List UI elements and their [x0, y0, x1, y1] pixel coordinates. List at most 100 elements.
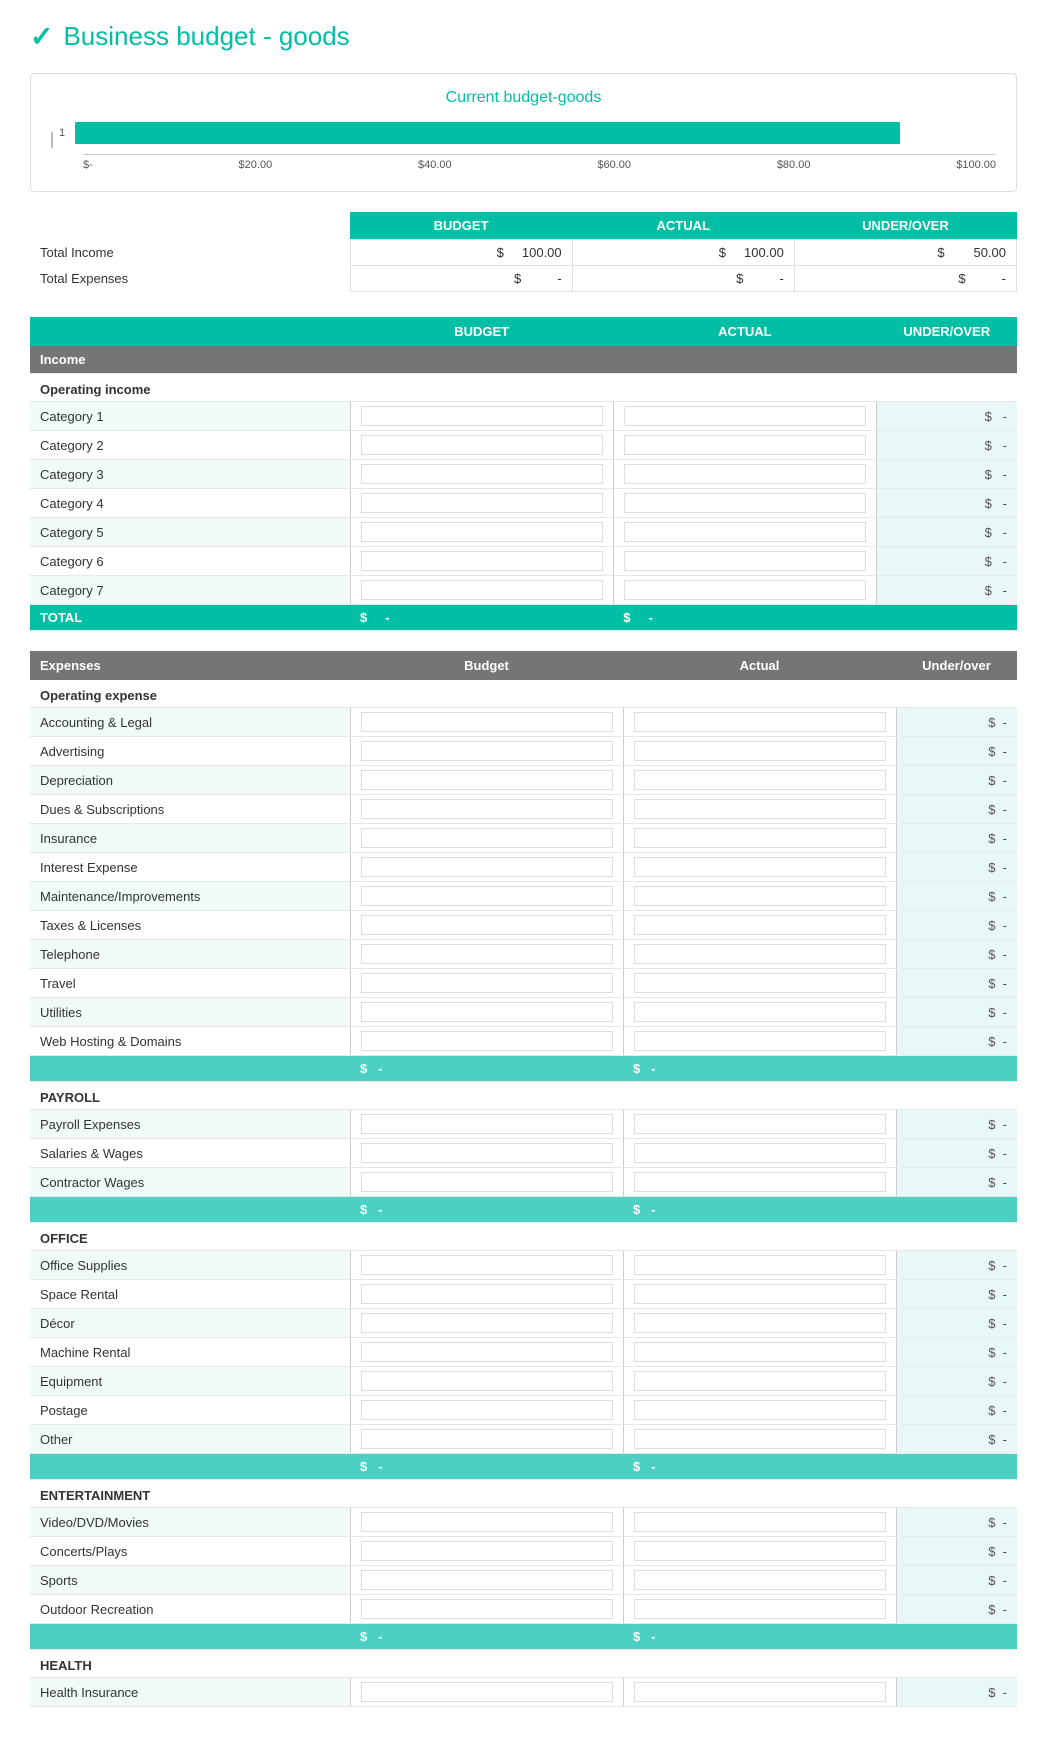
actual-input-cell[interactable]	[613, 431, 876, 460]
summary-row-income: Total Income $ 100.00 $ 100.00 $ 50.00	[30, 240, 1017, 266]
budget-input[interactable]	[361, 1172, 613, 1192]
income-table: BUDGET ACTUAL UNDER/OVER Income Operatin…	[30, 317, 1017, 631]
budget-input[interactable]	[361, 1313, 613, 1333]
actual-input[interactable]	[634, 1541, 886, 1561]
entertainment-label: ENTERTAINMENT	[30, 1480, 1017, 1508]
actual-input[interactable]	[634, 1682, 886, 1702]
budget-input[interactable]	[361, 828, 613, 848]
underover-cell: $ -	[877, 518, 1017, 547]
underover-cell: $ -	[896, 969, 1017, 998]
budget-input[interactable]	[361, 1002, 613, 1022]
table-row: Décor $ -	[30, 1309, 1017, 1338]
logo-icon: ✓	[30, 20, 53, 53]
budget-input[interactable]	[361, 1371, 613, 1391]
actual-input[interactable]	[624, 580, 866, 600]
actual-input[interactable]	[634, 712, 886, 732]
budget-input[interactable]	[361, 522, 603, 542]
actual-input-cell[interactable]	[613, 460, 876, 489]
budget-input[interactable]	[361, 770, 613, 790]
budget-input[interactable]	[361, 915, 613, 935]
budget-input[interactable]	[361, 799, 613, 819]
actual-input[interactable]	[624, 522, 866, 542]
budget-input[interactable]	[361, 712, 613, 732]
budget-input[interactable]	[361, 580, 603, 600]
budget-input[interactable]	[361, 857, 613, 877]
table-row: Travel $ -	[30, 969, 1017, 998]
actual-input[interactable]	[634, 973, 886, 993]
underover-cell: $ -	[896, 708, 1017, 737]
budget-input[interactable]	[361, 1541, 613, 1561]
actual-input[interactable]	[634, 1143, 886, 1163]
actual-input[interactable]	[634, 1002, 886, 1022]
actual-input[interactable]	[634, 1429, 886, 1449]
table-row: Payroll Expenses $ -	[30, 1110, 1017, 1139]
actual-input[interactable]	[634, 1570, 886, 1590]
actual-input-cell[interactable]	[613, 402, 876, 431]
budget-input-cell[interactable]	[350, 576, 613, 605]
actual-input[interactable]	[624, 551, 866, 571]
budget-input[interactable]	[361, 1342, 613, 1362]
budget-input-cell[interactable]	[350, 489, 613, 518]
actual-input[interactable]	[634, 1172, 886, 1192]
actual-input-cell[interactable]	[613, 518, 876, 547]
budget-input[interactable]	[361, 741, 613, 761]
actual-input-cell[interactable]	[613, 489, 876, 518]
actual-input-cell[interactable]	[613, 576, 876, 605]
actual-input[interactable]	[624, 435, 866, 455]
budget-input[interactable]	[361, 1682, 613, 1702]
budget-input[interactable]	[361, 1400, 613, 1420]
budget-input[interactable]	[361, 973, 613, 993]
table-row: Category 3 $ -	[30, 460, 1017, 489]
budget-input[interactable]	[361, 1599, 613, 1619]
actual-input[interactable]	[634, 1371, 886, 1391]
actual-input[interactable]	[634, 944, 886, 964]
budget-input[interactable]	[361, 944, 613, 964]
budget-input[interactable]	[361, 1570, 613, 1590]
budget-input[interactable]	[361, 886, 613, 906]
actual-input[interactable]	[634, 799, 886, 819]
underover-cell: $ -	[896, 795, 1017, 824]
actual-input[interactable]	[634, 770, 886, 790]
table-row: Machine Rental $ -	[30, 1338, 1017, 1367]
budget-input[interactable]	[361, 1512, 613, 1532]
actual-input[interactable]	[624, 493, 866, 513]
actual-input[interactable]	[634, 857, 886, 877]
budget-input-cell[interactable]	[350, 518, 613, 547]
budget-input-cell[interactable]	[350, 402, 613, 431]
budget-input[interactable]	[361, 1429, 613, 1449]
budget-input[interactable]	[361, 1284, 613, 1304]
actual-input[interactable]	[634, 1313, 886, 1333]
budget-input[interactable]	[361, 406, 603, 426]
budget-input-cell[interactable]	[350, 431, 613, 460]
income-header-actual: ACTUAL	[613, 317, 876, 346]
budget-input[interactable]	[361, 464, 603, 484]
budget-input-cell[interactable]	[350, 460, 613, 489]
actual-input[interactable]	[634, 1284, 886, 1304]
budget-input[interactable]	[361, 551, 603, 571]
actual-input[interactable]	[634, 886, 886, 906]
actual-input[interactable]	[634, 1031, 886, 1051]
budget-input[interactable]	[361, 435, 603, 455]
office-subtotal-row: $ - $ -	[30, 1454, 1017, 1480]
actual-input[interactable]	[624, 464, 866, 484]
actual-input[interactable]	[634, 1512, 886, 1532]
actual-input[interactable]	[634, 915, 886, 935]
budget-input[interactable]	[361, 1143, 613, 1163]
actual-input[interactable]	[634, 1342, 886, 1362]
actual-input[interactable]	[634, 1114, 886, 1134]
budget-input[interactable]	[361, 1031, 613, 1051]
office-supplies-label: Office Supplies	[30, 1251, 350, 1280]
actual-input[interactable]	[634, 1255, 886, 1275]
budget-input[interactable]	[361, 1255, 613, 1275]
actual-input-cell[interactable]	[613, 547, 876, 576]
actual-input[interactable]	[634, 1599, 886, 1619]
table-row: Web Hosting & Domains $ -	[30, 1027, 1017, 1056]
actual-input[interactable]	[634, 1400, 886, 1420]
actual-input[interactable]	[634, 741, 886, 761]
budget-input[interactable]	[361, 1114, 613, 1134]
actual-input[interactable]	[624, 406, 866, 426]
budget-input-cell[interactable]	[350, 547, 613, 576]
underover-cell: $ -	[896, 853, 1017, 882]
actual-input[interactable]	[634, 828, 886, 848]
budget-input[interactable]	[361, 493, 603, 513]
